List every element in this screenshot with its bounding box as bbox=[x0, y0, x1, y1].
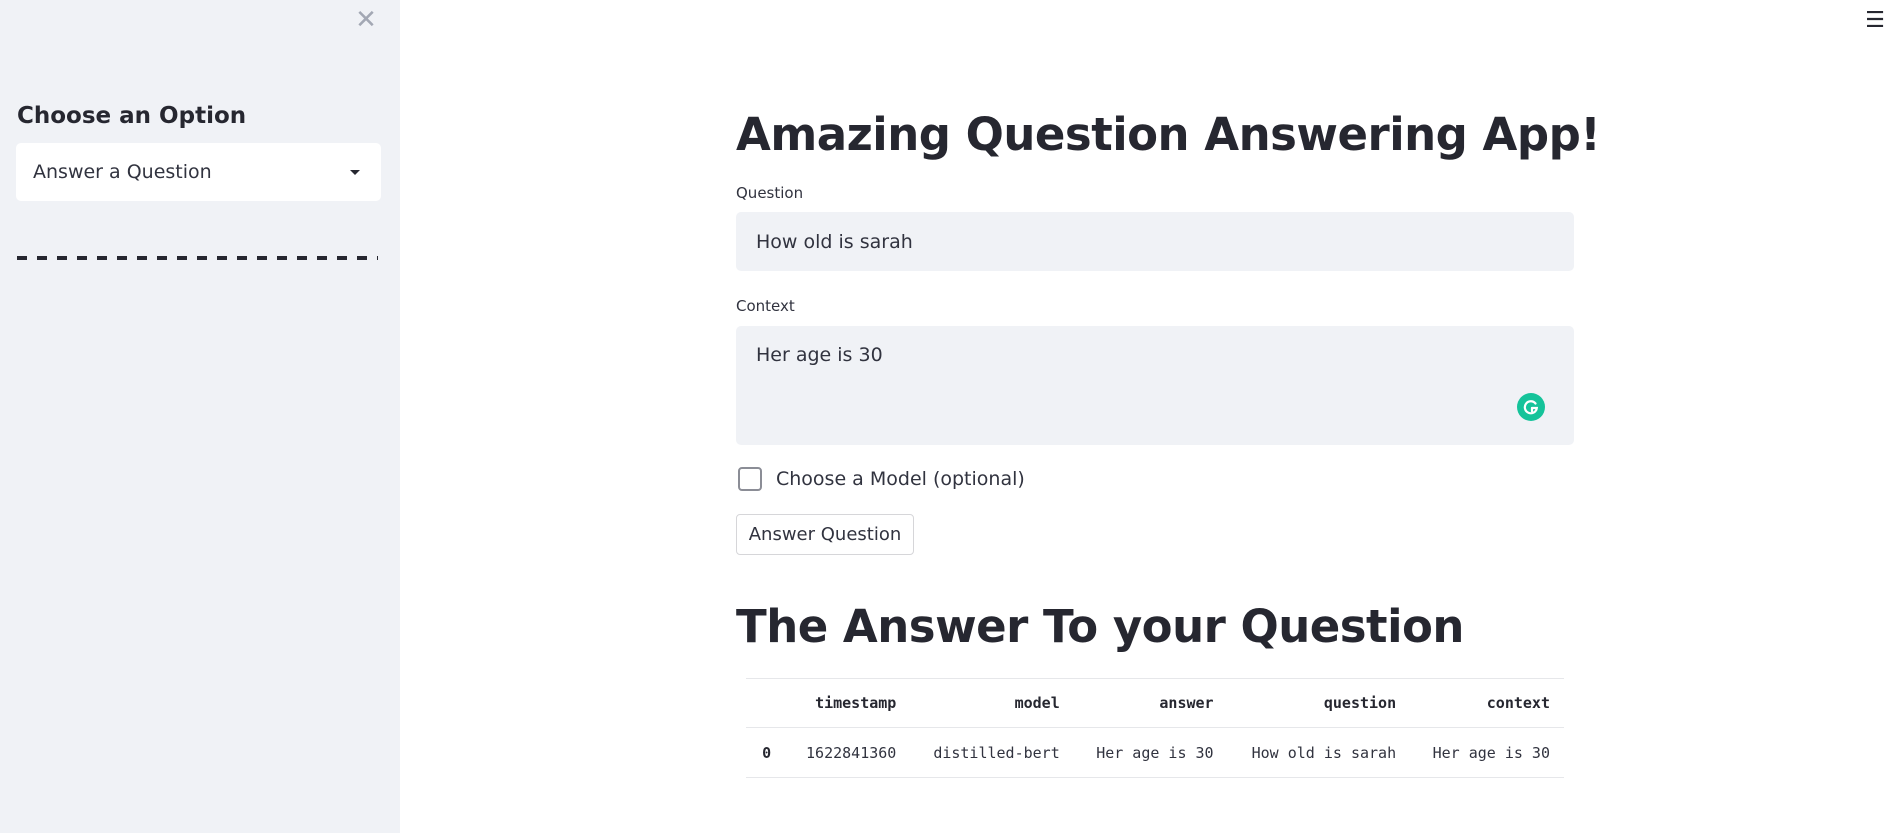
hamburger-menu-icon[interactable]: ☰ bbox=[1863, 8, 1887, 33]
result-table: timestamp model answer question context … bbox=[746, 678, 1564, 778]
column-header-answer: answer bbox=[1159, 694, 1214, 712]
cell-question: How old is sarah bbox=[1251, 743, 1397, 762]
context-textarea-value: Her age is 30 bbox=[756, 344, 883, 366]
question-label: Question bbox=[736, 184, 804, 202]
question-input-value: How old is sarah bbox=[756, 230, 913, 253]
table-row: 0 1622841360 distilled-bert Her age is 3… bbox=[746, 728, 1564, 778]
cell-context: Her age is 30 bbox=[1432, 743, 1550, 762]
grammarly-icon[interactable] bbox=[1517, 393, 1545, 421]
column-header-question: question bbox=[1323, 694, 1397, 712]
column-header-index bbox=[746, 679, 785, 728]
close-icon[interactable]: ✕ bbox=[352, 6, 380, 34]
answer-section-title: The Answer To your Question bbox=[736, 600, 1464, 653]
sidebar-heading: Choose an Option bbox=[17, 103, 247, 129]
table-header-row: timestamp model answer question context bbox=[746, 678, 1564, 728]
page-title: Amazing Question Answering App! bbox=[736, 108, 1601, 161]
column-header-model: model bbox=[1014, 694, 1060, 712]
option-select-value: Answer a Question bbox=[33, 161, 212, 183]
answer-question-button[interactable]: Answer Question bbox=[736, 514, 914, 555]
app: ✕ Choose an Option Answer a Question ☰ A… bbox=[0, 0, 1897, 833]
chevron-down-icon bbox=[350, 169, 360, 175]
option-select[interactable]: Answer a Question bbox=[16, 143, 381, 201]
cell-model: distilled-bert bbox=[933, 743, 1060, 762]
choose-model-checkbox-row[interactable]: Choose a Model (optional) bbox=[738, 467, 1025, 491]
cell-timestamp: 1622841360 bbox=[806, 743, 897, 762]
cell-answer: Her age is 30 bbox=[1096, 743, 1214, 762]
context-textarea[interactable]: Her age is 30 bbox=[736, 326, 1574, 445]
context-label: Context bbox=[736, 297, 795, 315]
choose-model-label: Choose a Model (optional) bbox=[776, 468, 1025, 490]
choose-model-checkbox[interactable] bbox=[738, 467, 762, 491]
column-header-timestamp: timestamp bbox=[815, 694, 897, 712]
question-input[interactable]: How old is sarah bbox=[736, 212, 1574, 271]
sidebar: ✕ Choose an Option Answer a Question bbox=[0, 0, 400, 833]
row-index: 0 bbox=[762, 743, 772, 762]
column-header-context: context bbox=[1486, 694, 1550, 712]
sidebar-divider bbox=[17, 256, 378, 260]
